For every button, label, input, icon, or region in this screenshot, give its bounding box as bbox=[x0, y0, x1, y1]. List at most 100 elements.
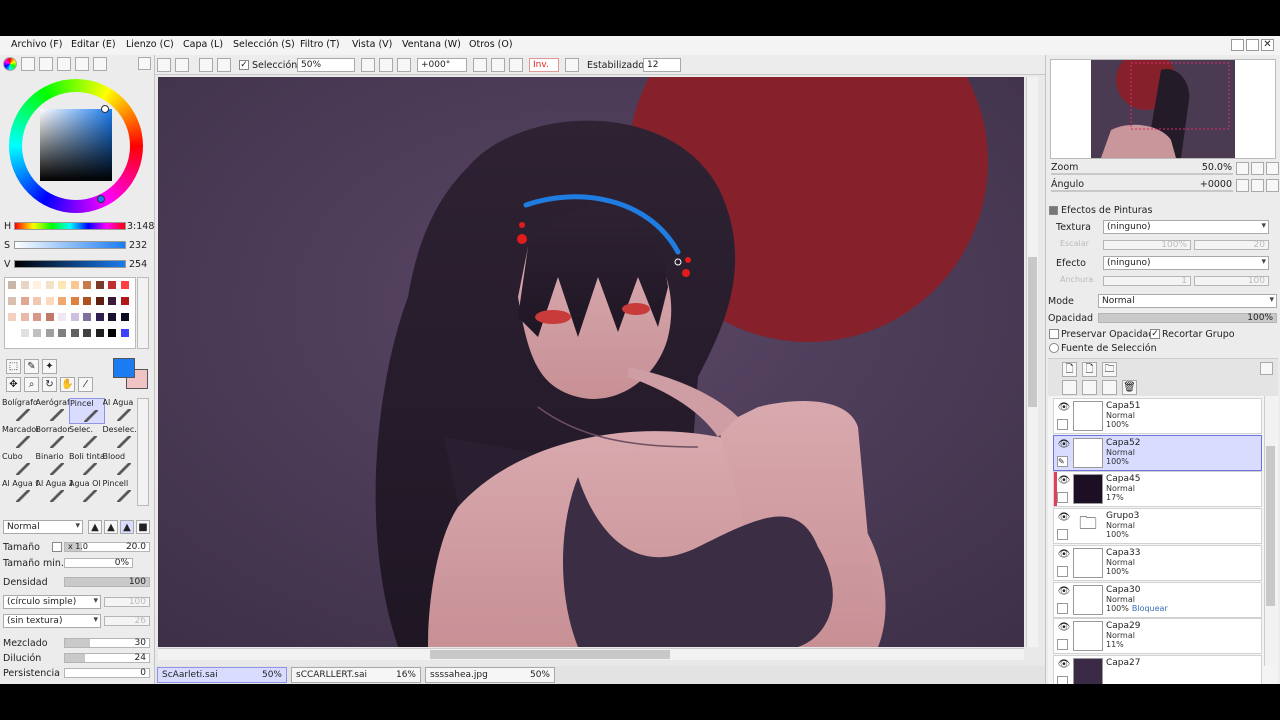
redo-icon[interactable] bbox=[175, 58, 189, 72]
mixer-icon[interactable] bbox=[93, 57, 107, 71]
color-swatch[interactable] bbox=[58, 313, 66, 321]
layer-select-checkbox[interactable] bbox=[1057, 565, 1068, 577]
rgb-sliders-icon[interactable] bbox=[21, 57, 35, 71]
color-swatch[interactable] bbox=[45, 281, 54, 289]
brush-tool-1[interactable]: Aerógrafo bbox=[36, 398, 72, 424]
new-layer-icon[interactable]: 🗋 bbox=[1062, 362, 1077, 377]
color-swatch[interactable] bbox=[20, 329, 29, 337]
nav-angle-slider[interactable] bbox=[1051, 190, 1233, 192]
effect-select[interactable]: (ninguno) bbox=[1103, 256, 1269, 270]
brush-tool-9[interactable]: Binario bbox=[36, 452, 72, 478]
color-swatch[interactable] bbox=[83, 297, 91, 305]
blend-slider[interactable]: 30 bbox=[64, 638, 150, 648]
shape-strength-slider[interactable]: 100 bbox=[104, 597, 150, 607]
rotate-tool-icon[interactable]: ↻ bbox=[42, 377, 57, 392]
tool-grid-scrollbar[interactable] bbox=[137, 398, 149, 506]
layer-row[interactable]: 👁 Capa45 Normal 17% bbox=[1053, 471, 1262, 508]
brush-tool-13[interactable]: Al Agua 10 bbox=[36, 479, 72, 505]
texture-select[interactable]: (ninguno) bbox=[1103, 220, 1269, 234]
layer-visibility-eye-icon[interactable]: 👁 bbox=[1057, 659, 1071, 671]
menu-canvas[interactable]: Lienzo (C) bbox=[126, 39, 174, 50]
tab-document-3[interactable]: ssssahea.jpg 50% bbox=[425, 667, 555, 683]
color-swatch[interactable] bbox=[8, 313, 16, 321]
hsv-sliders-icon[interactable] bbox=[39, 57, 53, 71]
layer-row[interactable]: 👁 Capa51 Normal 100% bbox=[1053, 398, 1262, 434]
nav-zoom-in-icon[interactable] bbox=[1251, 162, 1264, 175]
layer-select-checkbox[interactable] bbox=[1057, 675, 1068, 684]
color-swatch[interactable] bbox=[70, 297, 79, 305]
color-swatch[interactable] bbox=[20, 313, 29, 321]
nav-zoom-out-icon[interactable] bbox=[1236, 162, 1249, 175]
size-multiplier-toggle[interactable] bbox=[52, 542, 62, 552]
brush-tool-6[interactable]: Selec. bbox=[69, 425, 105, 451]
control-point-c[interactable] bbox=[682, 269, 690, 277]
layer-row[interactable]: 👁 Capa27 bbox=[1053, 654, 1262, 684]
hand-icon[interactable]: ✋ bbox=[60, 377, 75, 392]
saturation-value-square[interactable] bbox=[40, 109, 112, 181]
deselect-icon[interactable] bbox=[199, 58, 213, 72]
brush-tool-3[interactable]: Al Agua bbox=[103, 398, 137, 424]
value-slider[interactable] bbox=[14, 260, 126, 268]
invert-selection-icon[interactable] bbox=[217, 58, 231, 72]
lasso-icon[interactable]: ✎ bbox=[24, 359, 39, 374]
color-swatch[interactable] bbox=[120, 297, 129, 305]
zoom-out-icon[interactable] bbox=[361, 58, 375, 72]
hue-slider[interactable] bbox=[14, 222, 126, 230]
rotate-reset-icon[interactable] bbox=[509, 58, 523, 72]
control-point-d[interactable] bbox=[685, 257, 691, 263]
close-icon[interactable]: ✕ bbox=[1261, 39, 1274, 51]
move-icon[interactable]: ✥ bbox=[6, 377, 21, 392]
layer-row[interactable]: 👁 ✎ Capa52 Normal 100% bbox=[1053, 434, 1262, 471]
color-swatch[interactable] bbox=[83, 313, 91, 321]
menu-view[interactable]: Vista (V) bbox=[352, 39, 392, 50]
panel-menu-icon[interactable] bbox=[138, 57, 151, 70]
brush-shape-soft-icon[interactable]: ▲ bbox=[104, 520, 118, 534]
width-slider[interactable]: 1 bbox=[1103, 276, 1191, 286]
brush-tool-8[interactable]: Cubo bbox=[2, 452, 38, 478]
color-swatch[interactable] bbox=[95, 329, 104, 337]
layer-visibility-eye-icon[interactable]: 👁 bbox=[1057, 475, 1071, 487]
color-swatch[interactable] bbox=[8, 329, 16, 337]
layer-select-checkbox[interactable] bbox=[1057, 529, 1068, 541]
color-swatch[interactable] bbox=[95, 297, 104, 305]
layer-select-checkbox[interactable] bbox=[1057, 602, 1068, 614]
canvas-area[interactable] bbox=[158, 77, 1024, 647]
zoom-reset-icon[interactable] bbox=[397, 58, 411, 72]
color-swatch[interactable] bbox=[120, 313, 129, 321]
brush-shape-square-icon[interactable]: ■ bbox=[136, 520, 150, 534]
color-swatch[interactable] bbox=[33, 329, 41, 337]
menu-filter[interactable]: Filtro (T) bbox=[300, 39, 340, 50]
preserve-opacity-checkbox[interactable] bbox=[1049, 329, 1059, 339]
minimize-icon[interactable] bbox=[1231, 39, 1244, 51]
eyedropper-icon[interactable]: ⁄ bbox=[78, 377, 93, 392]
brush-tool-4[interactable]: Marcador bbox=[2, 425, 38, 451]
rotate-right-icon[interactable] bbox=[491, 58, 505, 72]
color-swatch[interactable] bbox=[70, 281, 79, 289]
size-slider[interactable]: x 1.0 20.0 bbox=[64, 542, 150, 552]
color-wheel-mode-icon[interactable] bbox=[3, 57, 17, 71]
color-swatch[interactable] bbox=[33, 313, 41, 321]
color-swatch[interactable] bbox=[95, 281, 104, 289]
swatch-grid[interactable] bbox=[4, 277, 136, 349]
layer-row[interactable]: 👁 Capa30 Normal 100% Bloquear bbox=[1053, 581, 1262, 618]
scratchpad-icon[interactable] bbox=[75, 57, 89, 71]
nav-zoom-slider[interactable] bbox=[1051, 173, 1233, 175]
canvas-horizontal-scrollbar[interactable] bbox=[158, 648, 1024, 660]
color-swatch[interactable] bbox=[45, 313, 54, 321]
control-point-a[interactable] bbox=[517, 234, 527, 244]
color-swatch[interactable] bbox=[58, 281, 66, 289]
layer-select-checkbox[interactable] bbox=[1057, 419, 1068, 430]
color-swatch[interactable] bbox=[20, 297, 29, 305]
primary-color-front[interactable] bbox=[113, 358, 135, 378]
color-swatch[interactable] bbox=[108, 281, 116, 289]
nav-zoom-reset-icon[interactable] bbox=[1266, 162, 1279, 175]
color-swatch[interactable] bbox=[33, 281, 41, 289]
menu-layer[interactable]: Capa (L) bbox=[183, 39, 223, 50]
scale-num-slider[interactable]: 20 bbox=[1194, 240, 1269, 250]
menu-window[interactable]: Ventana (W) bbox=[402, 39, 461, 50]
delete-layer-icon[interactable]: 🗑 bbox=[1122, 380, 1137, 395]
swatches-icon[interactable] bbox=[57, 57, 71, 71]
sv-marker[interactable] bbox=[97, 195, 105, 203]
layer-visibility-eye-icon[interactable]: 👁 bbox=[1057, 402, 1071, 414]
dilution-slider[interactable]: 24 bbox=[64, 653, 150, 663]
